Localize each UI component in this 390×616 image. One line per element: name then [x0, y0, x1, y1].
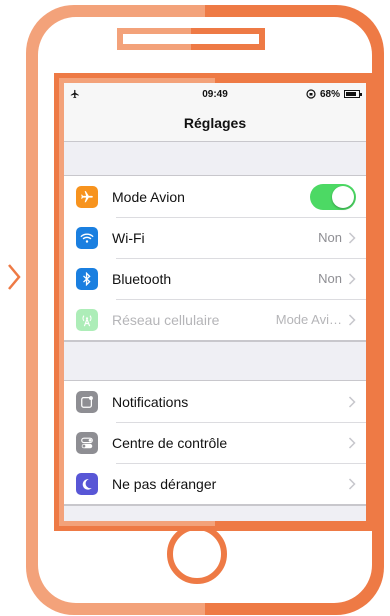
phone-speaker	[117, 28, 265, 50]
settings-row-bluetooth[interactable]: Bluetooth Non	[64, 258, 366, 299]
notifications-icon	[76, 390, 98, 413]
settings-row-wifi[interactable]: Wi-Fi Non	[64, 217, 366, 258]
row-label: Notifications	[112, 393, 189, 410]
chevron-right-icon	[348, 272, 356, 285]
status-bar: 09:49 68%	[64, 83, 366, 105]
bluetooth-icon	[76, 267, 98, 290]
battery-icon	[344, 90, 362, 98]
status-time: 09:49	[202, 88, 228, 100]
settings-group-notifications: Notifications Centre de contrôle Ne pas …	[64, 380, 366, 505]
chevron-right-icon	[348, 231, 356, 244]
row-value: Non	[318, 271, 342, 286]
row-label: Centre de contrôle	[112, 434, 228, 451]
wifi-icon	[76, 226, 98, 249]
page-title: Réglages	[183, 115, 247, 131]
row-label: Ne pas déranger	[112, 475, 217, 492]
settings-row-notifications[interactable]: Notifications	[64, 381, 366, 422]
moon-icon	[76, 472, 98, 495]
settings-screen: 09:49 68% Réglages Mode Avion Wi-Fi Non …	[64, 83, 366, 521]
control-center-icon	[76, 431, 98, 454]
chevron-right-icon	[348, 313, 356, 326]
settings-row-airplane-mode[interactable]: Mode Avion	[64, 176, 366, 217]
cellular-icon	[76, 308, 98, 331]
row-label: Bluetooth	[112, 270, 172, 287]
row-value: Mode Avi…	[275, 312, 342, 327]
settings-row-cellular[interactable]: Réseau cellulaire Mode Avi…	[64, 299, 366, 340]
airplane-mode-toggle[interactable]	[310, 183, 356, 210]
row-value: Non	[318, 230, 342, 245]
airplane-icon	[76, 185, 98, 208]
home-button[interactable]	[167, 524, 227, 584]
chevron-right-icon	[348, 395, 356, 408]
nav-bar: Réglages	[64, 105, 366, 142]
row-label: Mode Avion	[112, 188, 185, 205]
row-label: Wi-Fi	[112, 229, 145, 246]
settings-row-do-not-disturb[interactable]: Ne pas déranger	[64, 463, 366, 504]
chevron-right-icon	[348, 477, 356, 490]
chevron-right-icon	[348, 436, 356, 449]
screen-frame: 09:49 68% Réglages Mode Avion Wi-Fi Non …	[54, 73, 376, 531]
row-label: Réseau cellulaire	[112, 311, 220, 328]
section-spacer	[64, 341, 366, 380]
settings-group-connectivity: Mode Avion Wi-Fi Non Bluetooth Non Résea…	[64, 175, 366, 341]
section-spacer	[64, 505, 366, 521]
settings-row-control-center[interactable]: Centre de contrôle	[64, 422, 366, 463]
chevron-right-icon	[8, 264, 21, 290]
